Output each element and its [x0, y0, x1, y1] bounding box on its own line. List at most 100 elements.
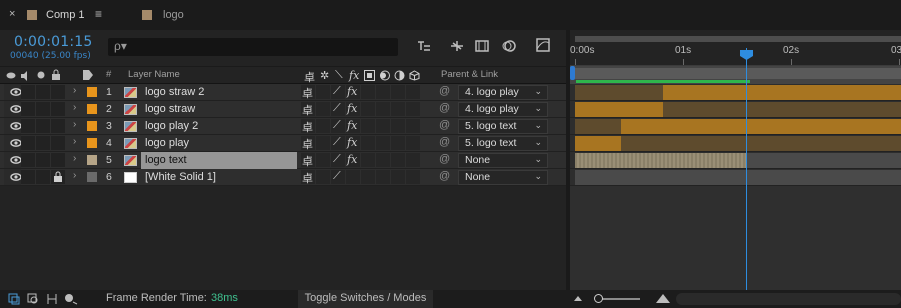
layer-name[interactable]: logo play 2	[141, 118, 297, 135]
render-time-icon[interactable]	[64, 293, 78, 305]
motion-blur-icon[interactable]	[501, 39, 517, 53]
adjustment-layer-switch[interactable]	[391, 102, 405, 116]
audio-toggle[interactable]	[21, 170, 35, 184]
adjustment-layer-switch[interactable]	[391, 85, 405, 99]
label-color-swatch[interactable]	[87, 138, 97, 148]
av-cell[interactable]	[4, 101, 22, 117]
motion-blur-switch[interactable]	[376, 85, 390, 99]
audio-toggle[interactable]	[21, 102, 35, 116]
layer-row[interactable]: › 4 logo play 卓 ⟋ fx @ 5. logo text ⌄	[0, 135, 566, 152]
label-color-swatch[interactable]	[87, 121, 97, 131]
current-timecode[interactable]: 0:00:01:15	[14, 34, 93, 50]
audio-toggle[interactable]	[21, 136, 35, 150]
adjustment-layer-switch[interactable]	[391, 119, 405, 133]
layer-name[interactable]: logo text	[141, 152, 297, 169]
expand-chevron-icon[interactable]: ›	[73, 153, 76, 164]
av-cell[interactable]	[4, 169, 22, 185]
timeline-layer-row[interactable]	[570, 101, 901, 118]
time-ruler[interactable]: 0:00s 01s 02s 03	[570, 42, 901, 66]
parent-pick-whip-icon[interactable]: @	[439, 119, 450, 131]
search-input[interactable]: ρ▾	[108, 38, 398, 56]
parent-dropdown[interactable]: 4. logo play ⌄	[458, 102, 548, 117]
effects-switch[interactable]: fx	[346, 153, 360, 167]
layer-row[interactable]: › 3 logo play 2 卓 ⟋ fx @ 5. logo text ⌄	[0, 118, 566, 135]
shy-switch[interactable]: 卓	[301, 102, 315, 117]
3d-layer-switch[interactable]	[406, 153, 420, 167]
composition-mini-flowchart-icon[interactable]	[416, 39, 432, 53]
collapse-switch[interactable]	[316, 119, 330, 133]
frame-blend-switch[interactable]	[361, 119, 375, 133]
parent-pick-whip-icon[interactable]: @	[439, 85, 450, 97]
effects-switch[interactable]: fx	[346, 136, 360, 150]
frame-blend-switch[interactable]	[361, 102, 375, 116]
layer-row[interactable]: › 2 logo straw 卓 ⟋ fx @ 4. logo play ⌄	[0, 101, 566, 118]
work-area-start-handle[interactable]	[570, 66, 575, 80]
layer-switches-icon[interactable]	[8, 293, 20, 305]
zoom-in-icon[interactable]	[655, 292, 671, 304]
frame-blend-switch[interactable]	[361, 136, 375, 150]
motion-blur-switch[interactable]	[376, 153, 390, 167]
layer-name[interactable]: logo play	[141, 135, 297, 152]
label-color-swatch[interactable]	[87, 155, 97, 165]
solo-toggle[interactable]	[36, 136, 50, 150]
parent-dropdown[interactable]: 5. logo text ⌄	[458, 119, 548, 134]
shy-switch[interactable]: 卓	[301, 170, 315, 185]
effects-switch[interactable]	[346, 170, 360, 184]
expand-chevron-icon[interactable]: ›	[73, 136, 76, 147]
3d-layer-switch[interactable]	[406, 102, 420, 116]
motion-blur-switch[interactable]	[376, 119, 390, 133]
layer-row[interactable]: › 1 logo straw 2 卓 ⟋ fx @ 4. logo play ⌄	[0, 84, 566, 101]
layer-duration-bar[interactable]	[575, 119, 621, 134]
timeline-layer-row[interactable]	[570, 152, 901, 169]
av-cell[interactable]	[4, 152, 22, 168]
expand-chevron-icon[interactable]: ›	[73, 85, 76, 96]
layer-row[interactable]: › 6 [White Solid 1] 卓 ⟋ @ None ⌄	[0, 169, 566, 186]
layer-duration-bar[interactable]	[575, 85, 663, 100]
transfer-controls-icon[interactable]	[27, 293, 39, 305]
layer-row[interactable]: › 5 logo text 卓 ⟋ fx @ None ⌄	[0, 152, 566, 169]
frame-blend-switch[interactable]	[361, 153, 375, 167]
zoom-out-icon[interactable]	[573, 294, 583, 302]
effects-switch[interactable]: fx	[346, 119, 360, 133]
work-area-bar[interactable]	[570, 66, 901, 84]
column-parent-link[interactable]: Parent & Link	[441, 69, 498, 80]
in-out-stretch-icon[interactable]	[46, 293, 58, 305]
tab-comp-1[interactable]: × Comp 1 ≡	[0, 0, 128, 30]
tab-logo[interactable]: logo	[128, 0, 248, 30]
timeline-layer-row[interactable]	[570, 169, 901, 186]
layer-name[interactable]: [White Solid 1]	[141, 169, 297, 186]
3d-layer-switch[interactable]	[406, 136, 420, 150]
shy-switch[interactable]: 卓	[301, 153, 315, 168]
adjustment-layer-switch[interactable]	[391, 170, 405, 184]
layer-duration-bar[interactable]	[663, 102, 901, 117]
shy-switch[interactable]: 卓	[301, 119, 315, 134]
lock-toggle[interactable]	[51, 102, 65, 116]
solo-toggle[interactable]	[36, 153, 50, 167]
parent-dropdown[interactable]: 5. logo text ⌄	[458, 136, 548, 151]
effects-switch[interactable]: fx	[346, 102, 360, 116]
collapse-switch[interactable]	[316, 102, 330, 116]
collapse-switch[interactable]	[316, 170, 330, 184]
timeline-layer-row[interactable]	[570, 135, 901, 152]
3d-layer-switch[interactable]	[406, 170, 420, 184]
layer-name[interactable]: logo straw	[141, 101, 297, 118]
work-area-range[interactable]	[575, 68, 901, 79]
column-layer-name[interactable]: Layer Name	[128, 69, 180, 80]
label-color-swatch[interactable]	[87, 172, 97, 182]
collapse-switch[interactable]	[316, 85, 330, 99]
quality-switch[interactable]: ⟋	[331, 119, 345, 133]
quality-switch[interactable]: ⟋	[331, 136, 345, 150]
3d-layer-switch[interactable]	[406, 85, 420, 99]
parent-pick-whip-icon[interactable]: @	[439, 136, 450, 148]
lock-toggle[interactable]	[51, 136, 65, 150]
solo-toggle[interactable]	[36, 170, 50, 184]
layer-duration-bar[interactable]	[575, 102, 663, 117]
close-icon[interactable]: ×	[9, 8, 15, 20]
lock-toggle[interactable]	[51, 153, 65, 167]
panel-menu-icon[interactable]: ≡	[95, 7, 102, 21]
timeline-layer-row[interactable]	[570, 118, 901, 135]
timeline-layer-row[interactable]	[570, 84, 901, 101]
layer-duration-bar[interactable]	[747, 153, 901, 168]
zoom-slider-track[interactable]	[598, 298, 640, 300]
quality-switch[interactable]: ⟋	[331, 153, 345, 167]
